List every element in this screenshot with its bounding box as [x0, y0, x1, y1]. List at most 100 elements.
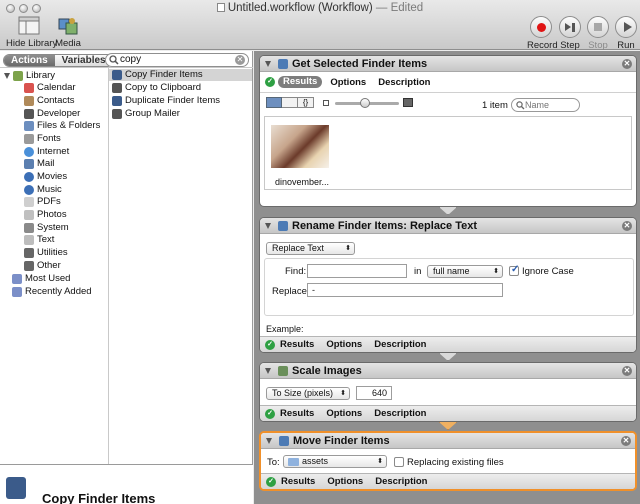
action-title-bar[interactable]: Get Selected Finder Items ✕: [260, 56, 636, 72]
stop-button[interactable]: Stop: [585, 16, 611, 51]
find-field[interactable]: [307, 264, 407, 278]
smart-folder-icon: [12, 287, 22, 297]
category-item[interactable]: Developer: [24, 108, 80, 120]
action-result-label: Duplicate Finder Items: [125, 95, 221, 106]
replace-field[interactable]: -: [307, 283, 503, 297]
slider-knob[interactable]: [360, 98, 370, 108]
description-tab[interactable]: Description: [374, 339, 426, 350]
close-icon[interactable]: ✕: [622, 221, 632, 231]
rename-mode-popup[interactable]: Replace Text ⬍: [266, 242, 355, 255]
mail-icon: [112, 109, 122, 119]
options-tab[interactable]: Options: [330, 77, 366, 88]
file-name[interactable]: dinovember...: [275, 177, 329, 187]
category-item[interactable]: Other: [24, 260, 61, 272]
media-label: Media: [55, 38, 81, 49]
hide-library-button[interactable]: Hide Library: [6, 16, 57, 49]
column-view-icon[interactable]: {}: [298, 97, 314, 108]
variables-tab[interactable]: Variables: [54, 55, 113, 66]
category-item[interactable]: Files & Folders: [24, 120, 100, 132]
quicktime-icon: [24, 172, 34, 182]
category-label: PDFs: [37, 196, 61, 207]
thumbnail-size-slider[interactable]: [335, 98, 399, 108]
action-result-item[interactable]: Copy to Clipboard: [112, 82, 201, 94]
finder-icon: [279, 436, 289, 446]
record-button[interactable]: Record: [527, 16, 558, 51]
contacts-icon: [24, 96, 34, 106]
description-tab[interactable]: Description: [375, 476, 427, 487]
category-item[interactable]: Text: [24, 234, 54, 246]
action-result-item[interactable]: Copy Finder Items: [109, 69, 252, 81]
category-item[interactable]: Recently Added: [12, 286, 92, 298]
options-tab[interactable]: Options: [326, 339, 362, 350]
action-title-bar[interactable]: Move Finder Items ✕: [261, 433, 635, 449]
close-icon[interactable]: ✕: [622, 59, 632, 69]
run-button[interactable]: Run: [613, 16, 639, 51]
action-title-bar[interactable]: Rename Finder Items: Replace Text ✕: [260, 218, 636, 234]
category-item[interactable]: System: [24, 222, 69, 234]
options-tab[interactable]: Options: [326, 408, 362, 419]
action-result-item[interactable]: Duplicate Finder Items: [112, 95, 220, 107]
category-item[interactable]: Fonts: [24, 133, 61, 145]
category-item[interactable]: Most Used: [12, 273, 70, 285]
results-search-field[interactable]: [525, 100, 577, 110]
pdf-icon: [24, 197, 34, 207]
collapse-triangle-icon[interactable]: [266, 438, 272, 444]
collapse-triangle-icon[interactable]: [265, 61, 271, 67]
collapse-triangle-icon[interactable]: [265, 368, 271, 374]
action-title: Move Finder Items: [293, 435, 390, 447]
stop-label: Stop: [588, 40, 608, 51]
rename-mode-value: Replace Text: [272, 243, 324, 253]
file-thumbnail[interactable]: [271, 125, 329, 168]
description-tab[interactable]: Description: [378, 77, 430, 88]
disclosure-triangle-icon[interactable]: [4, 73, 10, 79]
example-label: Example:: [266, 324, 304, 334]
results-tab[interactable]: Results: [280, 408, 314, 419]
in-label: in: [414, 266, 422, 277]
options-tab[interactable]: Options: [327, 476, 363, 487]
action-scale-images[interactable]: Scale Images ✕ To Size (pixels) ⬍ 640 ✓ R…: [259, 362, 637, 422]
category-item[interactable]: Internet: [24, 146, 69, 158]
category-item[interactable]: Movies: [24, 171, 67, 183]
calendar-icon: [24, 83, 34, 93]
size-field[interactable]: 640: [356, 386, 392, 400]
in-popup[interactable]: full name ⬍: [427, 265, 503, 278]
popup-arrows-icon: ⬍: [340, 390, 346, 397]
library-search-input[interactable]: copy ✕: [105, 53, 249, 67]
category-item[interactable]: Contacts: [24, 95, 75, 107]
category-item[interactable]: PDFs: [24, 196, 61, 208]
icon-view-icon[interactable]: [266, 97, 282, 108]
category-item[interactable]: Calendar: [24, 82, 76, 94]
results-search-input[interactable]: [511, 98, 580, 112]
category-item[interactable]: Photos: [24, 209, 67, 221]
action-view-tabs: ✓ Results Options Description: [265, 76, 430, 88]
music-icon: [24, 185, 34, 195]
results-tab[interactable]: Results: [278, 76, 323, 88]
action-rename-finder-items[interactable]: Rename Finder Items: Replace Text ✕ Repl…: [259, 217, 637, 353]
action-get-selected-finder-items[interactable]: Get Selected Finder Items ✕ ✓ Results Op…: [259, 55, 637, 207]
destination-popup[interactable]: assets ⬍: [283, 455, 387, 468]
collapse-triangle-icon[interactable]: [265, 223, 271, 229]
media-button[interactable]: Media: [54, 16, 82, 49]
category-item[interactable]: Utilities: [24, 247, 68, 259]
results-tab[interactable]: Results: [281, 476, 315, 487]
step-button[interactable]: Step: [557, 16, 583, 51]
category-item[interactable]: Mail: [24, 158, 54, 170]
replacing-files-checkbox[interactable]: [394, 457, 404, 467]
actions-tab[interactable]: Actions: [4, 55, 55, 66]
clear-search-icon[interactable]: ✕: [235, 55, 245, 65]
description-tab[interactable]: Description: [374, 408, 426, 419]
find-label: Find:: [285, 266, 307, 277]
library-root-item[interactable]: Library: [4, 70, 55, 82]
category-item[interactable]: Music: [24, 184, 62, 196]
ignore-case-checkbox[interactable]: ✓: [509, 264, 519, 276]
scale-mode-popup[interactable]: To Size (pixels) ⬍: [266, 387, 350, 400]
results-tab[interactable]: Results: [280, 339, 314, 350]
action-result-label: Copy Finder Items: [125, 69, 203, 80]
action-move-finder-items[interactable]: Move Finder Items ✕ To: assets ⬍ Replacin…: [259, 431, 637, 491]
action-result-item[interactable]: Group Mailer: [112, 108, 180, 120]
list-view-icon[interactable]: [282, 97, 298, 108]
action-title-bar[interactable]: Scale Images ✕: [260, 363, 636, 379]
close-icon[interactable]: ✕: [621, 436, 631, 446]
replace-label: Replace:: [272, 286, 310, 297]
close-icon[interactable]: ✕: [622, 366, 632, 376]
